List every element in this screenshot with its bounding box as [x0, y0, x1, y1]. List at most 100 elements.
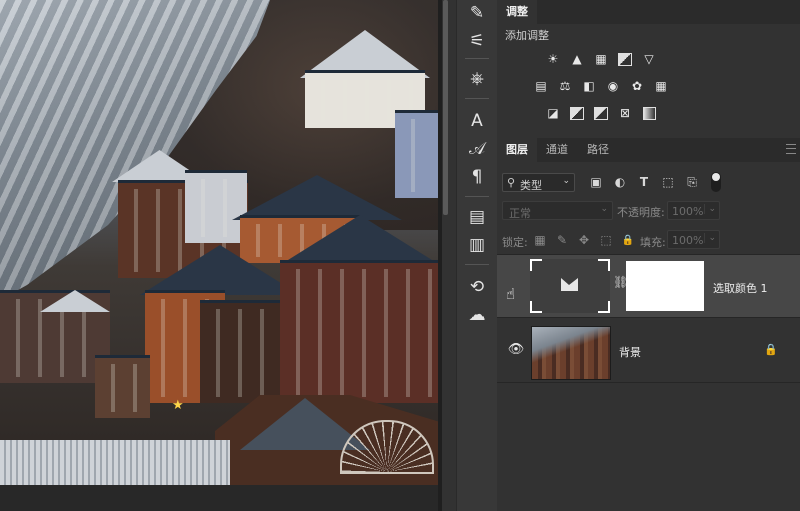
channel-mixer-icon[interactable]: ✿ [629, 78, 645, 94]
layer-filter-select[interactable]: ⚲ 类型 ⌄ [502, 173, 575, 192]
background-layer-thumbnail[interactable] [531, 326, 611, 380]
threshold-icon[interactable] [593, 105, 609, 121]
hand-cursor-icon: ☝ [506, 285, 516, 303]
levels-icon[interactable]: ▲ [569, 51, 585, 67]
layer-row-background[interactable]: 👁 背景 🔒 [497, 318, 800, 382]
layer-name[interactable]: 背景 [619, 344, 641, 360]
layers-tabbar: 图层 通道 路径 [497, 138, 800, 162]
layer-name[interactable]: 选取颜色 1 [713, 280, 768, 296]
layer-filter-label: 类型 [520, 179, 542, 192]
tab-layers[interactable]: 图层 [497, 138, 537, 162]
adjustments-tabbar: 调整 [497, 0, 800, 24]
color-balance-icon[interactable]: ⚖ [557, 78, 573, 94]
lock-icon: 🔒 [764, 343, 778, 356]
adjustment-filter-icon[interactable]: ◐ [613, 175, 627, 189]
panel-menu-icon[interactable] [786, 144, 796, 154]
photo-house [185, 170, 247, 243]
lock-all-icon[interactable]: 🔒 [621, 233, 635, 247]
link-chain-icon[interactable]: ⛓ [613, 275, 628, 293]
thumb-corner [530, 259, 542, 271]
blend-mode-value: 正常 [509, 207, 531, 220]
canvas-pasteboard [0, 485, 440, 511]
fill-value: 100% [672, 234, 704, 247]
gradient-map-icon[interactable] [641, 105, 657, 121]
layer-row-selective-color[interactable]: ☝ ⛓ 选取颜色 1 [497, 255, 800, 317]
fill-field[interactable]: 100% ⌄ [667, 230, 720, 249]
creative-cloud-icon[interactable]: ☁ [457, 302, 497, 328]
dock-separator [465, 98, 489, 99]
star-decoration-icon: ★ [172, 398, 184, 413]
canvas-scroll-track[interactable] [438, 0, 442, 511]
selective-color-icon[interactable]: ⊠ [617, 105, 633, 121]
clone-source-icon[interactable]: ⎈ [457, 66, 497, 92]
photo-house [95, 355, 150, 418]
tab-adjustments[interactable]: 调整 [497, 0, 537, 24]
brush-presets-icon[interactable]: ⚟ [457, 28, 497, 54]
invert-icon[interactable]: ◪ [545, 105, 561, 121]
brush-settings-icon[interactable]: ✎ [457, 0, 497, 26]
curves-icon[interactable]: ▦ [593, 51, 609, 67]
search-icon: ⚲ [507, 176, 516, 189]
add-adjustment-label: 添加调整 [505, 29, 549, 42]
gradient-map-glyph [642, 106, 656, 120]
vibrance-icon[interactable]: ▽ [641, 51, 657, 67]
posterize-icon[interactable] [569, 105, 585, 121]
paragraph-icon[interactable]: ¶ [457, 164, 497, 190]
lock-position-icon[interactable]: ✥ [577, 233, 591, 247]
right-panels: 调整 添加调整 ☀ ▲ ▦ ▽ ▤ ⚖ ◧ ◉ ✿ ▦ ◪ ⊠ 图层 通道 路径… [497, 0, 800, 511]
smart-object-filter-icon[interactable]: ⎘ [685, 175, 699, 189]
lock-artboard-icon[interactable]: ⬚ [599, 233, 613, 247]
dock-separator [465, 58, 489, 59]
opacity-field[interactable]: 100% ⌄ [667, 201, 720, 220]
document-canvas[interactable]: ★ [0, 0, 440, 511]
color-lookup-icon[interactable]: ▦ [653, 78, 669, 94]
lock-label: 锁定: [502, 236, 528, 249]
opacity-value: 100% [672, 205, 704, 218]
thumb-corner [530, 301, 542, 313]
type-filter-icon[interactable]: T [637, 175, 651, 189]
canvas-scroll-thumb[interactable] [443, 0, 448, 215]
layers-divider [497, 382, 800, 383]
adjustment-layer-thumbnail[interactable] [530, 259, 610, 313]
thumb-corner [598, 259, 610, 271]
eye-icon[interactable]: 👁 [508, 341, 525, 357]
chevron-down-icon: ⌄ [704, 204, 716, 214]
posterize-glyph [570, 106, 584, 120]
notes-icon[interactable]: ▥ [457, 232, 497, 258]
dock-separator [465, 264, 489, 265]
fill-label: 填充: [640, 236, 666, 249]
brightness-icon[interactable]: ☀ [545, 51, 561, 67]
chevron-down-icon: ⌄ [562, 176, 570, 186]
exposure-icon[interactable] [617, 51, 633, 67]
hue-saturation-icon[interactable]: ▤ [533, 78, 549, 94]
black-white-icon[interactable]: ◧ [581, 78, 597, 94]
filter-toggle[interactable] [711, 172, 721, 192]
chevron-down-icon: ⌄ [704, 233, 716, 243]
threshold-glyph [594, 106, 608, 120]
character-icon[interactable]: A [457, 108, 497, 134]
glyphs-icon[interactable]: 𝒜 [457, 136, 497, 162]
photo-house [395, 110, 438, 198]
blend-mode-select[interactable]: 正常 ⌄ [502, 201, 613, 220]
thumb-corner [598, 301, 610, 313]
pixel-filter-icon[interactable]: ▣ [589, 175, 603, 189]
tab-channels[interactable]: 通道 [537, 138, 577, 162]
layer-mask-thumbnail[interactable] [626, 261, 704, 311]
exposure-glyph [618, 52, 632, 66]
panel-dock-column: ✎ ⚟ ⎈ A 𝒜 ¶ ▤ ▥ ⟲ ☁ [456, 0, 497, 511]
tab-paths[interactable]: 路径 [578, 138, 618, 162]
canvas-photo[interactable]: ★ [0, 0, 438, 485]
properties-icon[interactable]: ▤ [457, 204, 497, 230]
photo-house [280, 260, 438, 403]
selective-color-icon [561, 278, 578, 291]
chevron-down-icon: ⌄ [600, 204, 608, 214]
photo-house [200, 300, 280, 403]
lock-image-icon[interactable]: ✎ [555, 233, 569, 247]
shape-filter-icon[interactable]: ⬚ [661, 175, 675, 189]
lock-transparent-icon[interactable]: ▦ [533, 233, 547, 247]
opacity-label: 不透明度: [617, 206, 665, 219]
dock-separator [465, 196, 489, 197]
photo-filter-icon[interactable]: ◉ [605, 78, 621, 94]
photo-bottom-roof [0, 440, 230, 485]
libraries-icon[interactable]: ⟲ [457, 274, 497, 300]
